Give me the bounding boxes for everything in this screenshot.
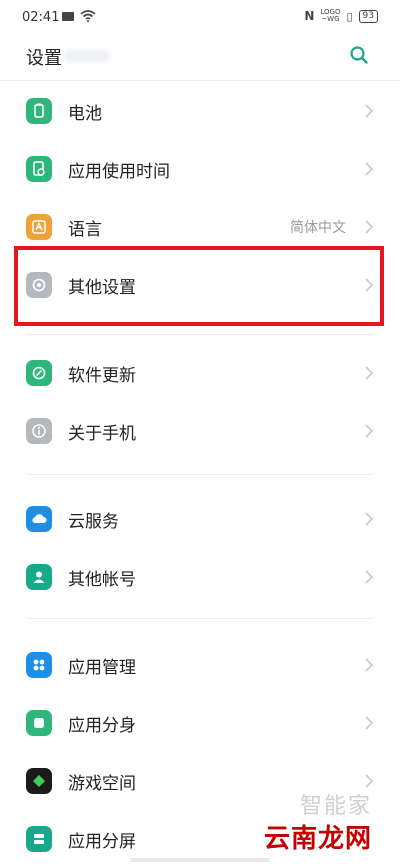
wifi-icon bbox=[80, 10, 96, 22]
settings-item-label: 关于手机 bbox=[68, 424, 136, 444]
chevron-right-icon bbox=[365, 424, 374, 438]
status-time: 02:41 bbox=[22, 10, 60, 25]
status-bar: 02:41 N LOGO ~WG ▯ 93 bbox=[0, 0, 400, 36]
settings-item-label: 软件更新 bbox=[68, 366, 136, 386]
settings-item-label: 应用分屏 bbox=[68, 832, 136, 852]
network-logo: LOGO ~WG bbox=[320, 9, 340, 23]
settings-item-label: 应用分身 bbox=[68, 716, 136, 736]
settings-item-battery[interactable]: 电池 bbox=[0, 82, 400, 140]
home-indicator bbox=[130, 858, 270, 862]
chevron-right-icon bbox=[365, 220, 374, 234]
settings-item-label: 语言 bbox=[68, 220, 102, 240]
settings-item-label: 其他帐号 bbox=[68, 570, 136, 590]
chevron-right-icon bbox=[365, 104, 374, 118]
group-divider bbox=[26, 334, 374, 335]
settings-item-app-clone[interactable]: 应用分身 bbox=[0, 694, 400, 752]
language-icon bbox=[26, 214, 52, 240]
chevron-right-icon bbox=[365, 774, 374, 788]
settings-item-screen-time[interactable]: 应用使用时间 bbox=[0, 140, 400, 198]
chevron-right-icon bbox=[365, 658, 374, 672]
settings-item-other-accounts[interactable]: 其他帐号 bbox=[0, 548, 400, 606]
search-icon[interactable] bbox=[348, 44, 370, 66]
chevron-right-icon bbox=[365, 366, 374, 380]
language-value: 简体中文 bbox=[290, 220, 346, 236]
vibrate-icon: ▯ bbox=[346, 9, 353, 23]
split-screen-icon bbox=[26, 826, 52, 852]
settings-item-app-management[interactable]: 应用管理 bbox=[0, 636, 400, 694]
nfc-icon: N bbox=[304, 9, 315, 23]
watermark-top: 智能家 bbox=[300, 794, 373, 819]
page-title: 设置 bbox=[26, 48, 62, 69]
app-clone-icon bbox=[26, 710, 52, 736]
group-divider bbox=[26, 618, 374, 619]
battery-level: 93 bbox=[358, 9, 378, 23]
watermark-bottom: 云南龙网 bbox=[264, 824, 373, 854]
settings-item-label: 应用使用时间 bbox=[68, 162, 170, 182]
settings-item-about-phone[interactable]: 关于手机 bbox=[0, 402, 400, 460]
settings-item-software-update[interactable]: 软件更新 bbox=[0, 344, 400, 402]
network-logo-bottom: ~WG bbox=[321, 15, 340, 23]
app-management-icon bbox=[26, 652, 52, 678]
settings-item-cloud-service[interactable]: 云服务 bbox=[0, 490, 400, 548]
chevron-right-icon bbox=[365, 162, 374, 176]
account-icon bbox=[26, 564, 52, 590]
blurred-title-fragment bbox=[64, 50, 110, 62]
settings-item-label: 应用管理 bbox=[68, 658, 136, 678]
settings-item-label: 游戏空间 bbox=[68, 774, 136, 794]
chevron-right-icon bbox=[365, 716, 374, 730]
group-divider bbox=[26, 474, 374, 475]
chevron-right-icon bbox=[365, 570, 374, 584]
software-update-icon bbox=[26, 360, 52, 386]
highlight-box bbox=[14, 246, 384, 326]
settings-item-label: 云服务 bbox=[68, 512, 119, 532]
sim-icon bbox=[62, 12, 74, 21]
header-divider bbox=[0, 80, 400, 81]
about-phone-icon bbox=[26, 418, 52, 444]
screen-time-icon bbox=[26, 156, 52, 182]
header: 设置 bbox=[0, 36, 400, 80]
status-right: N LOGO ~WG ▯ 93 bbox=[304, 9, 378, 23]
game-space-icon bbox=[26, 768, 52, 794]
chevron-right-icon bbox=[365, 512, 374, 526]
cloud-icon bbox=[26, 506, 52, 532]
settings-item-label: 电池 bbox=[68, 104, 102, 124]
battery-icon bbox=[26, 98, 52, 124]
